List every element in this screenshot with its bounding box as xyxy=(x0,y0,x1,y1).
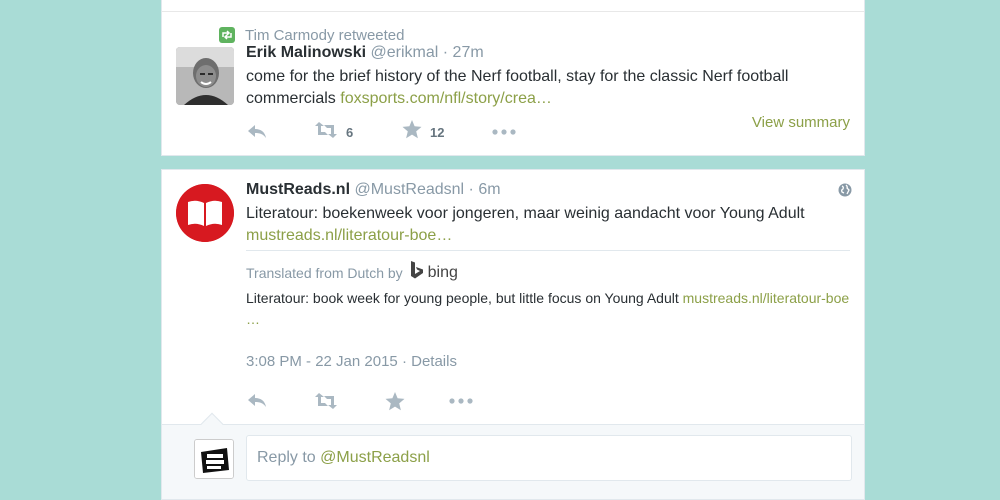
retweet-action-icon[interactable] xyxy=(314,390,338,412)
retweet-tweet-card[interactable]: Tim Carmody retweeted Erik Malinowski @e… xyxy=(161,0,865,156)
card-divider xyxy=(162,11,864,12)
favorite-icon xyxy=(402,120,422,144)
translation-divider xyxy=(246,250,850,251)
avatar[interactable] xyxy=(176,184,234,242)
view-summary-link[interactable]: View summary xyxy=(752,114,850,131)
retweet-action-icon xyxy=(314,121,338,144)
tweet-header: MustReads.nl @MustReadsnl · 6m xyxy=(246,181,501,199)
retweet-count: 6 xyxy=(346,124,354,140)
separator-dot: · xyxy=(442,44,449,61)
author-handle[interactable]: @erikmal xyxy=(371,44,439,61)
avatar[interactable] xyxy=(194,439,234,479)
details-link[interactable]: Details xyxy=(411,353,457,370)
reply-icon[interactable] xyxy=(246,121,268,143)
author-name[interactable]: MustReads.nl xyxy=(246,181,350,198)
separator-dot: · xyxy=(468,181,474,198)
favorite-icon[interactable] xyxy=(385,390,405,412)
tweet-text: come for the brief history of the Nerf f… xyxy=(246,66,846,110)
retweet-icon xyxy=(219,27,235,43)
reply-mention: @MustReadsnl xyxy=(320,449,430,466)
book-icon xyxy=(176,184,234,242)
expanded-tweet-card[interactable]: MustReads.nl @MustReadsnl · 6m Literatou… xyxy=(161,169,865,424)
separator-dot: · xyxy=(401,353,407,370)
tweet-text: Literatour: boekenweek voor jongeren, ma… xyxy=(246,203,846,247)
translation-text: Literatour: book week for young people, … xyxy=(246,288,856,330)
retweet-context[interactable]: Tim Carmody retweeted xyxy=(219,26,405,44)
tweet-text-body: Literatour: boekenweek voor jongeren, ma… xyxy=(246,205,805,222)
translation-attribution: Translated from Dutch by bing xyxy=(246,260,458,285)
reply-input[interactable]: Reply to @MustReadsnl xyxy=(246,435,852,481)
retweet-context-text: Tim Carmody retweeted xyxy=(245,26,405,44)
bing-icon xyxy=(409,260,425,285)
translation-link[interactable]: mustreads.nl/literatour-boe xyxy=(683,290,850,306)
more-icon[interactable] xyxy=(492,121,516,143)
bing-logo[interactable]: bing xyxy=(409,260,458,285)
author-handle[interactable]: @MustReadsnl xyxy=(354,181,464,198)
tweet-actions xyxy=(246,390,546,412)
more-icon[interactable] xyxy=(449,390,473,412)
favorite-action[interactable]: 12 xyxy=(402,120,445,144)
translation-body: Literatour: book week for young people, … xyxy=(246,290,679,306)
tweet-time[interactable]: 6m xyxy=(478,181,500,198)
tweet-timestamp: 3:08 PM - 22 Jan 2015 · Details xyxy=(246,353,457,370)
reply-composer: Reply to @MustReadsnl xyxy=(161,412,865,500)
timestamp-text[interactable]: 3:08 PM - 22 Jan 2015 xyxy=(246,353,398,370)
favorite-count: 12 xyxy=(430,124,445,140)
tweet-link[interactable]: mustreads.nl/literatour-boe… xyxy=(246,227,452,244)
tweet-time[interactable]: 27m xyxy=(453,44,484,61)
avatar[interactable] xyxy=(176,47,234,105)
tweet-link[interactable]: foxsports.com/nfl/story/crea… xyxy=(340,90,552,107)
tweet-actions: 6 12 xyxy=(246,120,546,144)
reply-prefix: Reply to xyxy=(257,449,316,466)
retweet-action[interactable]: 6 xyxy=(314,121,353,143)
author-name[interactable]: Erik Malinowski xyxy=(246,44,366,61)
reply-icon[interactable] xyxy=(246,390,268,412)
timeline-stream: Tim Carmody retweeted Erik Malinowski @e… xyxy=(161,0,865,500)
globe-icon[interactable] xyxy=(838,183,852,202)
tweet-header: Erik Malinowski @erikmal · 27m xyxy=(246,44,484,62)
translated-label: Translated from Dutch by xyxy=(246,264,403,281)
bing-label: bing xyxy=(427,263,458,281)
translation-ellipsis[interactable]: … xyxy=(246,311,260,327)
